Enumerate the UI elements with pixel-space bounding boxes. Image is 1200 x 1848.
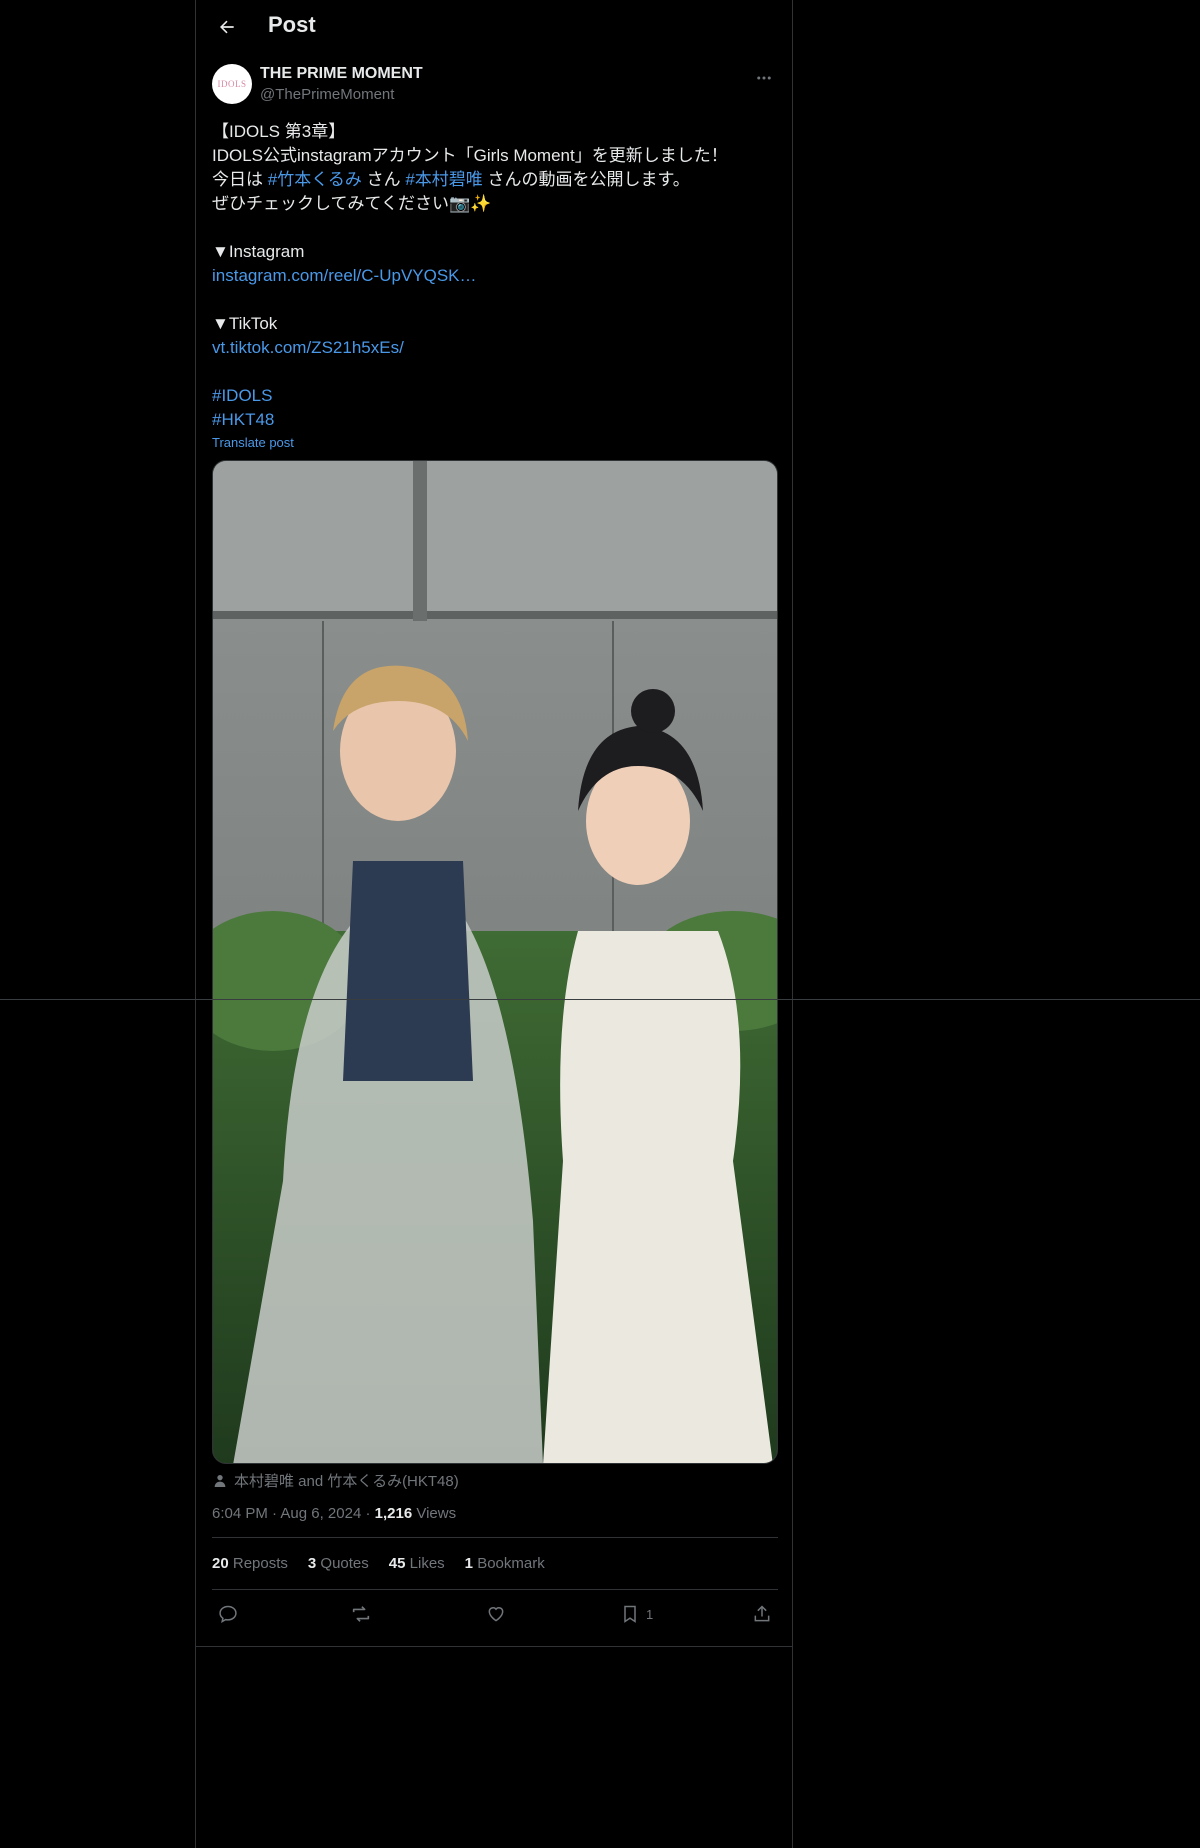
meta-separator: · [365,1505,375,1522]
post-text: 【IDOLS 第3章】 IDOLS公式instagramアカウント「Girls … [212,120,778,432]
tagged-people[interactable]: 本村碧唯 and 竹本くるみ(HKT48) [212,1470,778,1491]
share-button[interactable] [752,1602,772,1626]
engagement-stats: 20 Reposts 3 Quotes 45 Likes 1 Bookmark [212,1555,778,1572]
post-photo[interactable] [212,460,778,1464]
repost-button[interactable] [350,1602,372,1626]
arrow-left-icon [220,20,234,34]
person-icon [214,1474,226,1487]
bookmarks-count: 1 [464,1555,474,1572]
post-meta: 6:04 PM · Aug 6, 2024 · 1,216 Views [212,1505,778,1522]
post-time[interactable]: 6:04 PM [212,1505,268,1522]
text-segment: 今日は [212,170,268,189]
author-handle[interactable]: @ThePrimeMoment [260,86,394,103]
hashtag-link[interactable]: #本村碧唯 [405,170,482,189]
action-bar: 1 [212,1590,778,1638]
reposts-count: 20 [212,1555,229,1572]
hashtag-link[interactable]: #IDOLS [212,384,778,408]
like-button[interactable] [486,1602,506,1626]
text-segment: さん [361,170,406,189]
bookmark-button[interactable]: 1 [620,1602,653,1626]
page-title: Post [268,12,316,37]
bookmarks-label: Bookmark [477,1555,545,1572]
share-icon [754,1605,770,1622]
post-line: 今日は #竹本くるみ さん #本村碧唯 さんの動画を公開します。 [212,168,778,192]
back-button[interactable] [212,12,242,42]
more-button[interactable] [752,68,776,88]
likes-label: Likes [409,1555,445,1572]
divider [196,1646,792,1647]
screen-divider-line [0,999,1200,1000]
post-date[interactable]: Aug 6, 2024 [280,1505,361,1522]
top-bar: Post [196,0,792,54]
quotes-count: 3 [307,1555,317,1572]
post-line: 【IDOLS 第3章】 [212,122,346,141]
more-horizontal-icon [757,76,771,80]
bookmark-count: 1 [646,1606,654,1622]
text-segment: さんの動画を公開します。 [482,170,690,189]
quotes-label: Quotes [320,1555,369,1572]
photo-illustration [213,461,777,1463]
post-line: IDOLS公式instagramアカウント「Girls Moment」を更新しま… [212,146,728,165]
divider [212,1537,778,1538]
avatar-logo-text: IDOLS [217,79,247,89]
reposts-stat[interactable]: 20 Reposts [212,1555,288,1572]
bookmark-icon [624,1605,636,1623]
avatar[interactable]: IDOLS [212,64,252,104]
bookmarks-stat[interactable]: 1 Bookmark [465,1555,545,1572]
likes-stat[interactable]: 45 Likes [389,1555,445,1572]
tiktok-link[interactable]: vt.tiktok.com/ZS21h5xEs/ [212,336,778,360]
views-label: Views [416,1505,457,1522]
likes-count: 45 [388,1555,406,1572]
instagram-label: ▼Instagram [212,242,305,261]
author-row: IDOLS THE PRIME MOMENT @ThePrimeMoment [212,64,778,110]
heart-icon [488,1607,504,1622]
reply-button[interactable] [218,1602,238,1626]
post-line: ぜひチェックしてみてください📷✨ [212,194,492,213]
reposts-label: Reposts [232,1555,288,1572]
hashtag-link[interactable]: #HKT48 [212,408,778,432]
reply-icon [219,1605,237,1623]
quotes-stat[interactable]: 3 Quotes [308,1555,369,1572]
repost-icon [352,1606,370,1622]
translate-post-link[interactable]: Translate post [212,435,778,450]
instagram-link[interactable]: instagram.com/reel/C-UpVYQSK… [212,264,778,288]
views-count: 1,216 [374,1505,413,1522]
hashtag-link[interactable]: #竹本くるみ [268,170,362,189]
author-name[interactable]: THE PRIME MOMENT [260,65,423,83]
tiktok-label: ▼TikTok [212,314,278,333]
main-column: Post IDOLS THE PRIME MOMENT @ThePrimeMom… [195,0,793,1848]
tagged-names: 本村碧唯 and 竹本くるみ(HKT48) [234,1473,459,1490]
post: IDOLS THE PRIME MOMENT @ThePrimeMoment 【… [212,64,778,1638]
